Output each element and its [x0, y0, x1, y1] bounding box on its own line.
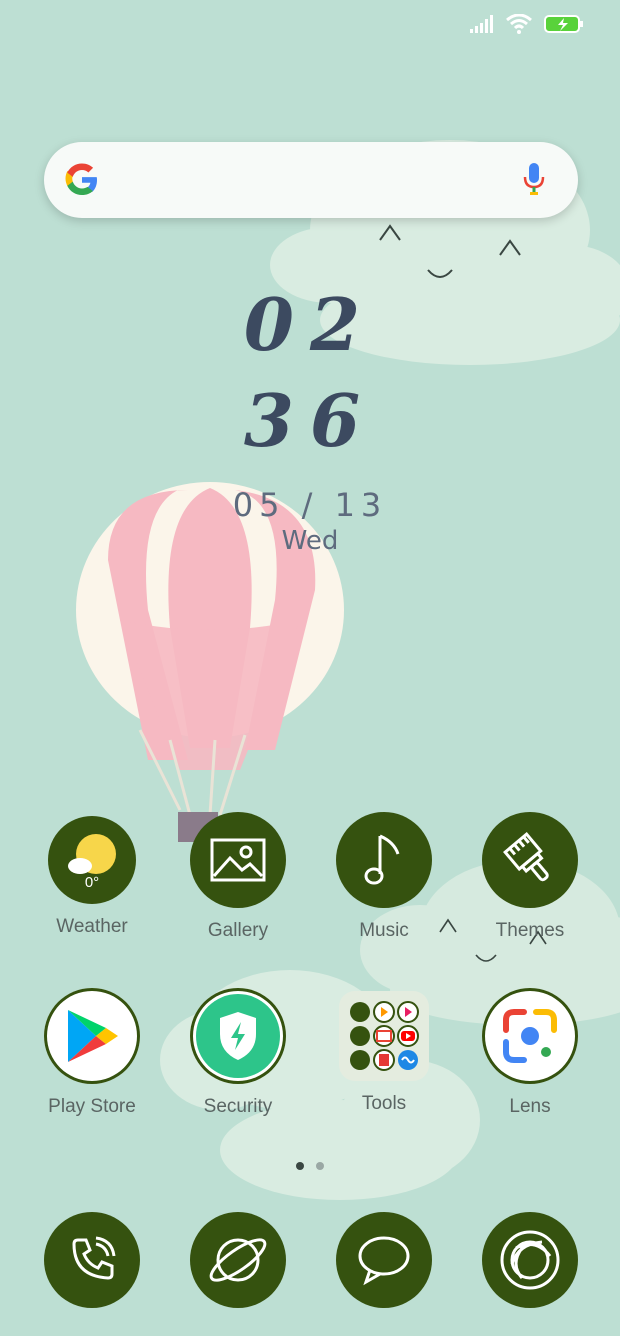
paintbrush-icon	[482, 812, 578, 908]
app-label: Tools	[361, 1093, 407, 1114]
app-lens[interactable]: Lens	[470, 988, 590, 1118]
app-label: Lens	[509, 1096, 551, 1117]
browser-planet-icon	[190, 1212, 286, 1308]
music-note-icon	[336, 812, 432, 908]
camera-aperture-icon	[482, 1212, 578, 1308]
app-label: Music	[359, 920, 409, 941]
dock-phone[interactable]	[32, 1212, 152, 1308]
lens-icon	[482, 988, 578, 1084]
security-shield-icon	[190, 988, 286, 1084]
google-logo-icon	[65, 163, 97, 195]
clock-weekday: Wed	[281, 526, 339, 556]
play-store-icon	[44, 988, 140, 1084]
clock-date: 05 / 13	[232, 486, 388, 524]
app-label: Weather	[56, 916, 128, 937]
signal-icon	[470, 15, 493, 33]
app-music[interactable]: Music	[324, 812, 444, 942]
page-indicator-dot-active[interactable]	[296, 1162, 304, 1170]
dock-browser[interactable]	[178, 1212, 298, 1308]
phone-icon	[44, 1212, 140, 1308]
app-security[interactable]: Security	[178, 988, 298, 1118]
battery-charging-icon	[544, 15, 583, 33]
folder-icon	[339, 991, 429, 1081]
gallery-icon	[190, 812, 286, 908]
wifi-icon	[506, 14, 532, 34]
app-label: Play Store	[48, 1096, 136, 1117]
app-label: Security	[203, 1096, 273, 1117]
app-weather[interactable]: 0° Weather	[32, 812, 152, 938]
status-bar	[470, 14, 584, 34]
chat-bubble-icon	[336, 1212, 432, 1308]
app-label: Gallery	[207, 920, 269, 941]
app-themes[interactable]: Themes	[470, 812, 590, 942]
app-folder-tools[interactable]: Tools	[324, 988, 444, 1115]
google-search-bar[interactable]	[44, 142, 578, 218]
clock-hours[interactable]: 02	[220, 282, 400, 367]
weather-icon: 0°	[48, 816, 136, 904]
app-gallery[interactable]: Gallery	[178, 812, 298, 942]
page-indicator-dot[interactable]	[316, 1162, 324, 1170]
weather-temp: 0°	[84, 874, 100, 891]
clock-minutes[interactable]: 36	[220, 378, 400, 463]
app-play-store[interactable]: Play Store	[32, 988, 152, 1118]
app-label: Themes	[495, 920, 565, 941]
dock-messages[interactable]	[324, 1212, 444, 1308]
dock-camera[interactable]	[470, 1212, 590, 1308]
mic-icon[interactable]	[522, 162, 546, 196]
